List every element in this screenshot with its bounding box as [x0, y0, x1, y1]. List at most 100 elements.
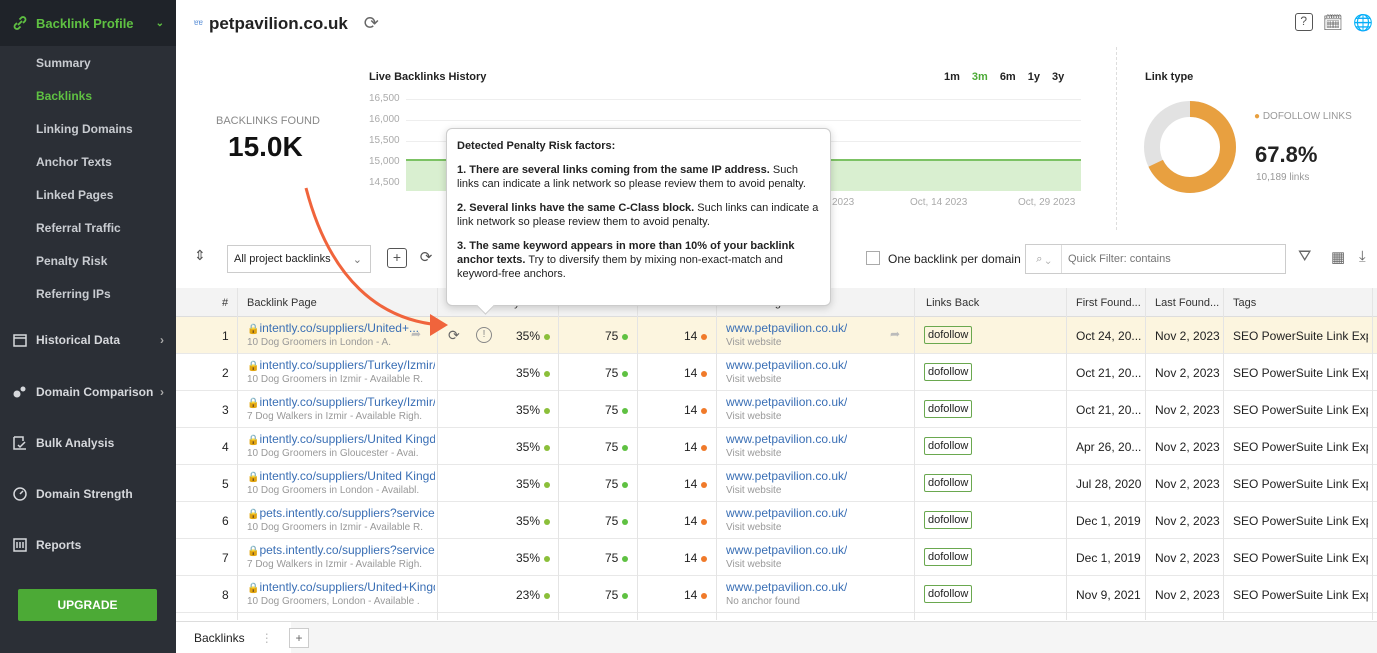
col-links-back[interactable]: Links Back — [926, 297, 979, 309]
tab-label: Backlinks — [194, 631, 245, 645]
col-number[interactable]: # — [222, 297, 228, 309]
lock-icon: 🔒 — [247, 324, 260, 335]
inlink-rank-cell: 14 — [684, 329, 708, 343]
schedule-icon[interactable]: 🗓 — [1323, 13, 1343, 33]
col-last-found[interactable]: Last Found... — [1155, 297, 1219, 309]
links-back-badge: dofollow — [924, 585, 973, 603]
filter-icon[interactable]: ⛛ — [1298, 248, 1311, 266]
info-icon[interactable]: ! — [476, 327, 492, 343]
backlink-title: 10 Dog Groomers in London - Availabl. — [247, 485, 420, 496]
more-icon[interactable]: ⋮ — [261, 631, 273, 645]
last-found: Nov 2, 2023 — [1155, 440, 1220, 454]
table-row[interactable]: 5 🔒intently.co/suppliers/United Kingdom 10… — [176, 465, 1377, 502]
col-divider — [558, 288, 559, 620]
quick-filter: ⌕ ⌄ — [1025, 244, 1286, 274]
sidebar-section-backlink-profile[interactable]: Backlink Profile ⌄ — [0, 0, 176, 46]
search-icon[interactable]: ⌕ ⌄ — [1026, 245, 1062, 273]
inlink-rank-cell: 14 — [684, 403, 708, 417]
help-icon[interactable]: ? — [1294, 13, 1313, 31]
penalty-risk-value: 35% — [516, 366, 541, 380]
col-first-found[interactable]: First Found... — [1076, 297, 1141, 309]
col-tags[interactable]: Tags — [1233, 297, 1256, 309]
first-found: Dec 1, 2019 — [1076, 551, 1141, 565]
lock-icon: 🔒 — [247, 361, 260, 372]
range-3m[interactable]: 3m — [972, 71, 988, 83]
backlink-url[interactable]: intently.co/suppliers/Turkey/Izmir/D... — [259, 395, 435, 409]
linked-page-url[interactable]: www.petpavilion.co.uk/ — [726, 580, 847, 594]
backlink-url[interactable]: intently.co/suppliers/United+Kingdo. — [259, 580, 435, 594]
row-number: 2 — [222, 366, 229, 380]
share-icon[interactable]: ➦ — [890, 327, 900, 341]
sidebar-item-anchor-texts[interactable]: Anchor Texts — [0, 145, 176, 178]
add-tab-button[interactable]: + — [289, 628, 309, 648]
range-3y[interactable]: 3y — [1052, 71, 1064, 83]
sidebar-item-summary[interactable]: Summary — [0, 46, 176, 79]
linked-page-url[interactable]: www.petpavilion.co.uk/ — [726, 469, 847, 483]
backlink-url[interactable]: pets.intently.co/suppliers?service=... — [259, 543, 435, 557]
tags: SEO PowerSuite Link Exp... — [1233, 403, 1368, 417]
anchor-text: Visit website — [726, 411, 782, 422]
sidebar-item-penalty-risk[interactable]: Penalty Risk — [0, 244, 176, 277]
upgrade-button[interactable]: UPGRADE — [18, 589, 157, 621]
table-row[interactable]: 4 🔒intently.co/suppliers/United Kingdom 10… — [176, 428, 1377, 465]
sidebar-item-historical-data[interactable]: Historical Data › — [0, 320, 176, 360]
sidebar-item-bulk-analysis[interactable]: Bulk Analysis — [0, 423, 176, 463]
linked-page-url[interactable]: www.petpavilion.co.uk/ — [726, 432, 847, 446]
linked-page-url[interactable]: www.petpavilion.co.uk/ — [726, 358, 847, 372]
sidebar-item-linked-pages[interactable]: Linked Pages — [0, 178, 176, 211]
dofollow-legend: ● DOFOLLOW LINKS — [1254, 111, 1352, 122]
export-icon[interactable]: ⤓ — [1359, 248, 1366, 265]
globe-icon[interactable]: 🌐 — [1353, 13, 1373, 33]
linked-page-url[interactable]: www.petpavilion.co.uk/ — [726, 321, 847, 335]
anchor-text: Visit website — [726, 485, 782, 496]
sidebar-item-domain-strength[interactable]: Domain Strength — [0, 474, 176, 514]
inlink-rank-value: 14 — [684, 514, 698, 528]
penalty-risk-tooltip: Detected Penalty Risk factors: 1. There … — [446, 128, 831, 306]
collapse-toggle-icon[interactable]: ⇕ — [194, 247, 206, 264]
sidebar-item-linking-domains[interactable]: Linking Domains — [0, 112, 176, 145]
table-row[interactable]: 7 🔒pets.intently.co/suppliers?service=...… — [176, 539, 1377, 576]
linked-page-url[interactable]: www.petpavilion.co.uk/ — [726, 543, 847, 557]
sidebar-item-domain-comparison[interactable]: Domain Comparison › — [0, 372, 176, 412]
domain-rank-cell: 75 — [605, 514, 629, 528]
backlink-title: 7 Dog Walkers in Izmir - Available Righ. — [247, 411, 423, 422]
anchor-text: Visit website — [726, 448, 782, 459]
y-tick: 16,000 — [369, 114, 400, 125]
backlink-url[interactable]: intently.co/suppliers/United Kingdom — [259, 469, 435, 483]
backlink-url[interactable]: intently.co/suppliers/United Kingdom — [259, 432, 435, 446]
table-row[interactable]: 2 🔒intently.co/suppliers/Turkey/Izmir/D..… — [176, 354, 1377, 391]
inlink-rank-cell: 14 — [684, 440, 708, 454]
tab-backlinks[interactable]: Backlinks ⋮ — [176, 622, 291, 653]
quick-filter-input[interactable] — [1068, 253, 1278, 265]
sidebar-item-referral-traffic[interactable]: Referral Traffic — [0, 211, 176, 244]
linked-page-url[interactable]: www.petpavilion.co.uk/ — [726, 395, 847, 409]
tags: SEO PowerSuite Link Exp... — [1233, 551, 1368, 565]
one-per-domain-checkbox[interactable] — [866, 251, 880, 265]
domain-rank-cell: 75 — [605, 403, 629, 417]
sidebar-item-reports[interactable]: Reports — [0, 525, 176, 565]
linked-page-url[interactable]: www.petpavilion.co.uk/ — [726, 506, 847, 520]
backlink-url[interactable]: intently.co/suppliers/Turkey/Izmir/D... — [259, 358, 435, 372]
sidebar: Backlink Profile ⌄ Summary Backlinks Lin… — [0, 0, 176, 653]
history-chart-title: Live Backlinks History — [369, 71, 487, 83]
table-row[interactable]: 3 🔒intently.co/suppliers/Turkey/Izmir/D..… — [176, 391, 1377, 428]
range-6m[interactable]: 6m — [1000, 71, 1016, 83]
last-found: Nov 2, 2023 — [1155, 551, 1220, 565]
one-per-domain-label: One backlink per domain — [888, 252, 1021, 266]
annotation-arrow — [304, 187, 448, 336]
penalty-risk-cell: 23% — [516, 588, 551, 602]
table-row[interactable]: 6 🔒pets.intently.co/suppliers?service=...… — [176, 502, 1377, 539]
sidebar-item-label: Historical Data — [36, 333, 121, 347]
backlink-url[interactable]: pets.intently.co/suppliers?service=... — [259, 506, 435, 520]
tags: SEO PowerSuite Link Exp... — [1233, 329, 1368, 343]
sidebar-item-referring-ips[interactable]: Referring IPs — [0, 277, 176, 310]
table-row[interactable]: 8 🔒intently.co/suppliers/United+Kingdo. 10… — [176, 576, 1377, 613]
sidebar-item-backlinks[interactable]: Backlinks — [0, 79, 176, 112]
inlink-rank-value: 14 — [684, 366, 698, 380]
tooltip-item: 2. Several links have the same C-Class b… — [457, 202, 819, 228]
inlink-rank-value: 14 — [684, 403, 698, 417]
columns-icon[interactable]: ▦ — [1331, 248, 1345, 266]
range-1y[interactable]: 1y — [1028, 71, 1040, 83]
refresh-icon[interactable]: ⟳ — [364, 13, 379, 34]
range-1m[interactable]: 1m — [944, 71, 960, 83]
